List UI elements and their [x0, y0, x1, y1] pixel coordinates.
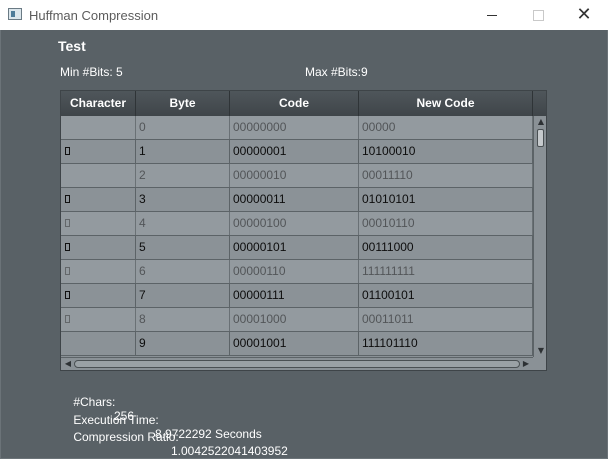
- cell-byte: 2: [136, 164, 230, 187]
- table-row[interactable]: 9 00001001 111101110: [61, 332, 533, 356]
- table-row[interactable]: 4 00000100 00010110: [61, 212, 533, 236]
- missing-glyph-icon: [65, 314, 70, 323]
- column-header-byte[interactable]: Byte: [136, 91, 230, 116]
- missing-glyph-icon: [65, 194, 70, 203]
- scroll-right-icon[interactable]: ▶: [521, 359, 531, 369]
- table-row[interactable]: 5 00000101 00111000: [61, 236, 533, 260]
- cell-character: [61, 260, 136, 283]
- missing-glyph-icon: [65, 290, 70, 299]
- cell-new-code: 111111111: [359, 260, 533, 283]
- cell-new-code: 00000: [359, 116, 533, 139]
- table-row[interactable]: 3 00000011 01010101: [61, 188, 533, 212]
- table-row[interactable]: 1 00000001 10100010: [61, 140, 533, 164]
- compression-ratio-value: 1.0042522041403952: [171, 444, 288, 458]
- cell-byte: 4: [136, 212, 230, 235]
- min-bits-label: Min #Bits: 5: [60, 65, 123, 79]
- missing-glyph-icon: [65, 242, 70, 251]
- cell-character: [61, 212, 136, 235]
- window-title: Huffman Compression: [29, 8, 159, 23]
- cell-code: 00001000: [230, 308, 359, 331]
- table-header: Character Byte Code New Code: [61, 91, 546, 116]
- cell-character: [61, 164, 136, 187]
- max-bits-label: Max #Bits:9: [305, 65, 368, 79]
- scroll-down-icon[interactable]: ▼: [536, 346, 546, 356]
- cell-byte: 8: [136, 308, 230, 331]
- title-bar: Huffman Compression ✕: [0, 0, 608, 30]
- cell-new-code: 00011110: [359, 164, 533, 187]
- cell-new-code: 00010110: [359, 212, 533, 235]
- cell-byte: 3: [136, 188, 230, 211]
- scroll-left-icon[interactable]: ◀: [63, 359, 73, 369]
- column-header-new-code[interactable]: New Code: [359, 91, 533, 116]
- missing-glyph-icon: [65, 266, 70, 275]
- table-row[interactable]: 7 00000111 01100101: [61, 284, 533, 308]
- minimize-button[interactable]: [469, 0, 515, 30]
- cell-new-code: 01010101: [359, 188, 533, 211]
- cell-code: 00000100: [230, 212, 359, 235]
- horizontal-scroll-thumb[interactable]: [74, 360, 520, 368]
- minimize-icon: [487, 14, 497, 16]
- cell-byte: 6: [136, 260, 230, 283]
- cell-code: 00000010: [230, 164, 359, 187]
- cell-code: 00001001: [230, 332, 359, 355]
- column-header-code[interactable]: Code: [230, 91, 359, 116]
- table-row[interactable]: 2 00000010 00011110: [61, 164, 533, 188]
- cell-character: [61, 140, 136, 163]
- cell-code: 00000000: [230, 116, 359, 139]
- main-panel: Test Min #Bits: 5 Max #Bits:9 Character …: [0, 30, 608, 459]
- cell-character: [61, 116, 136, 139]
- cell-new-code: 00011011: [359, 308, 533, 331]
- app-window-icon: [8, 8, 22, 20]
- cell-byte: 7: [136, 284, 230, 307]
- cell-byte: 5: [136, 236, 230, 259]
- cell-byte: 0: [136, 116, 230, 139]
- close-icon: ✕: [576, 4, 592, 25]
- file-name-heading: Test: [58, 38, 86, 54]
- cell-code: 00000101: [230, 236, 359, 259]
- cell-character: [61, 236, 136, 259]
- close-button[interactable]: ✕: [561, 0, 607, 30]
- missing-glyph-icon: [65, 146, 70, 155]
- table-row[interactable]: 8 00001000 00011011: [61, 308, 533, 332]
- missing-glyph-icon: [65, 218, 70, 227]
- maximize-button[interactable]: [515, 0, 561, 30]
- cell-character: [61, 332, 136, 355]
- cell-new-code: 00111000: [359, 236, 533, 259]
- code-table[interactable]: Character Byte Code New Code 0 00000000 00…: [60, 90, 547, 371]
- cell-code: 00000111: [230, 284, 359, 307]
- table-body: 0 00000000 00000 1 00000001 10100010 2 00000010…: [61, 116, 533, 356]
- cell-byte: 1: [136, 140, 230, 163]
- cell-character: [61, 284, 136, 307]
- cell-code: 00000110: [230, 260, 359, 283]
- compression-ratio-stat: Compression Ratio: 1.0042522041403952: [60, 416, 287, 472]
- cell-new-code: 111101110: [359, 332, 533, 355]
- scroll-up-icon[interactable]: ▲: [536, 117, 546, 127]
- vertical-scroll-thumb[interactable]: [537, 129, 544, 147]
- cell-character: [61, 188, 136, 211]
- cell-new-code: 10100010: [359, 140, 533, 163]
- cell-byte: 9: [136, 332, 230, 355]
- column-header-filler: [533, 91, 546, 116]
- cell-code: 00000011: [230, 188, 359, 211]
- cell-new-code: 01100101: [359, 284, 533, 307]
- cell-character: [61, 308, 136, 331]
- scrollbar-corner: [533, 357, 546, 370]
- table-row[interactable]: 6 00000110 111111111: [61, 260, 533, 284]
- maximize-icon: [532, 9, 544, 21]
- cell-code: 00000001: [230, 140, 359, 163]
- column-header-character[interactable]: Character: [61, 91, 136, 116]
- compression-ratio-label: Compression Ratio:: [73, 430, 179, 444]
- horizontal-scrollbar[interactable]: ◀ ▶: [61, 357, 546, 370]
- table-row[interactable]: 0 00000000 00000: [61, 116, 533, 140]
- vertical-scrollbar[interactable]: ▲ ▼: [533, 116, 546, 357]
